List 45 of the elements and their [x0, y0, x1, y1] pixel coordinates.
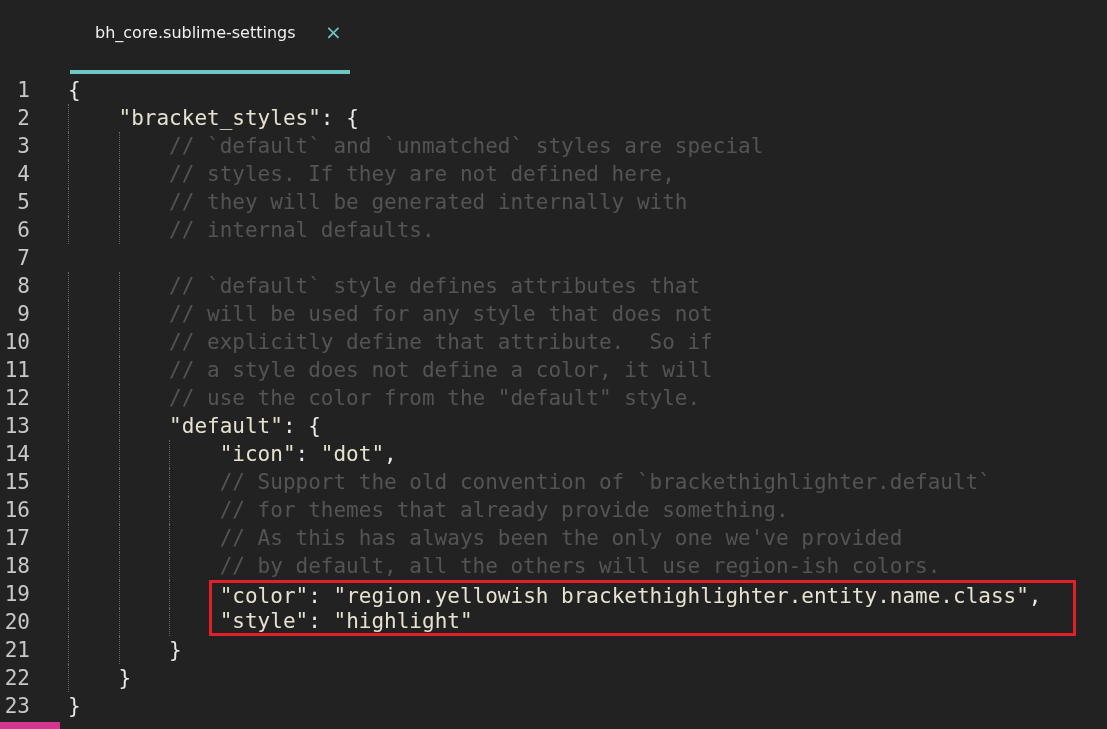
code-token: } [118, 666, 132, 690]
code-token: , [1028, 583, 1042, 608]
code-token: } [169, 638, 182, 662]
code-token: : { [282, 414, 321, 438]
line-number: 12 [3, 386, 30, 410]
line-number: 8 [16, 274, 30, 298]
line-number: 20 [3, 610, 30, 634]
code-token: "highlight" [333, 608, 473, 633]
code-token: { [68, 78, 81, 102]
code-token: : [295, 442, 310, 466]
mode-indicator [0, 722, 60, 729]
code-token: "icon" [219, 442, 296, 466]
line-number: 17 [3, 526, 30, 550]
code-token: "dot" [320, 442, 385, 466]
line-number: 22 [3, 666, 30, 690]
line-number: 11 [3, 358, 30, 382]
line-number: 3 [16, 134, 30, 158]
line-number: 1 [16, 78, 30, 102]
line-number: 15 [3, 470, 30, 494]
code-token: : [308, 583, 322, 608]
code-token: , [384, 442, 397, 466]
code-token: } [68, 694, 81, 718]
code-token: "default" [169, 414, 283, 438]
line-number: 2 [16, 106, 30, 130]
line-number: 4 [16, 162, 30, 186]
line-number: 18 [3, 554, 30, 578]
line-number: 21 [3, 638, 30, 662]
line-number: 7 [16, 246, 30, 270]
line-number: 19 [3, 582, 30, 606]
line-number: 16 [3, 498, 30, 522]
line-number: 13 [3, 414, 30, 438]
line-number: 5 [16, 190, 30, 214]
code-token: "bracket_styles" [118, 106, 321, 130]
code-token: : { [320, 106, 359, 130]
code-token: "style" [219, 608, 309, 633]
line-number: 23 [3, 694, 30, 718]
editor-tab[interactable]: bh_core.sublime-settings × [70, 0, 350, 74]
code-token: : [308, 608, 322, 633]
code-token: "region.yellowish brackethighlighter.entity.name.class" [333, 583, 1029, 608]
line-number: 6 [16, 218, 30, 242]
line-number: 10 [3, 330, 30, 354]
close-icon[interactable]: × [325, 20, 342, 44]
code-token: "color" [219, 583, 309, 608]
line-number: 9 [16, 302, 30, 326]
line-number: 14 [3, 442, 30, 466]
